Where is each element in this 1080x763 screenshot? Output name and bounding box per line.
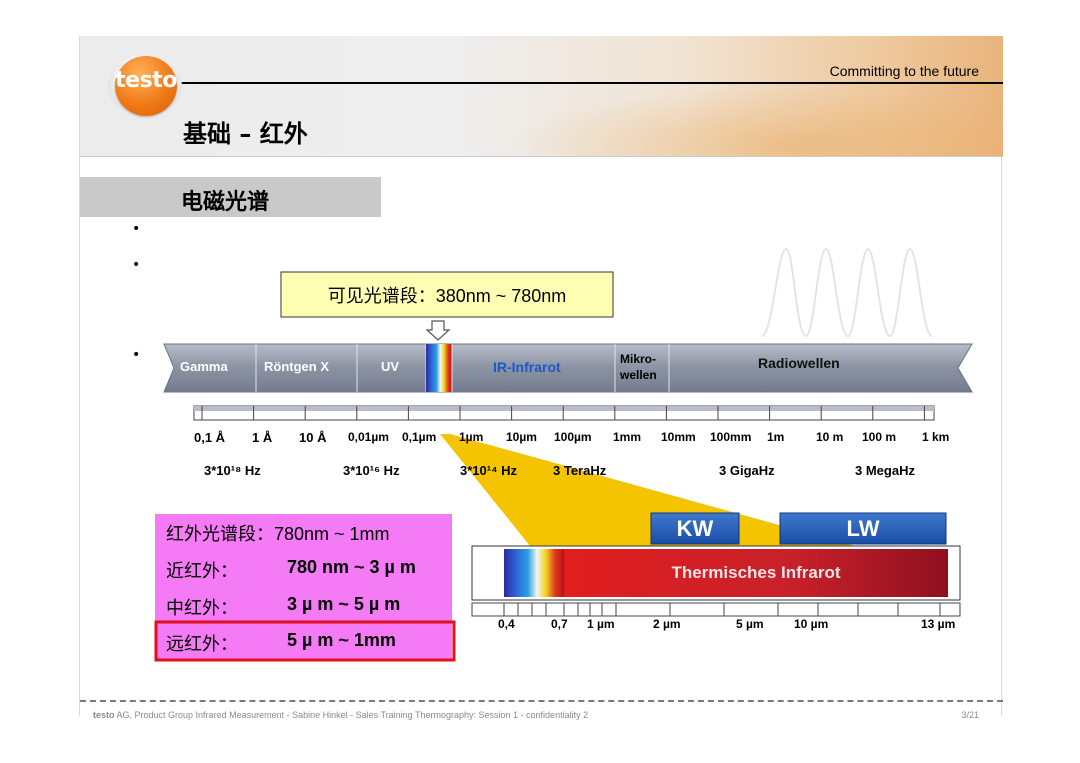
footer-description: AG, Product Group Infrared Measurement -…	[114, 710, 589, 720]
logo-text: testo	[115, 68, 177, 93]
thermal-tick-label: 0,4	[498, 617, 515, 631]
tick-label: 10 Å	[299, 430, 327, 445]
visible-light-strip	[426, 344, 452, 392]
thermal-visible-strip	[504, 549, 564, 597]
down-arrow-icon	[425, 320, 451, 341]
tick-label: 1mm	[613, 430, 642, 444]
ir-row-value: 3 µ m ~ 5 µ m	[287, 594, 401, 614]
bullet-2: •	[132, 257, 141, 273]
spectrum-figure: 可见光谱段：380nm ~ 780nm Gamma Röntgen X UV I…	[150, 244, 986, 664]
thermal-tick-label: 1 µm	[587, 617, 615, 631]
thermal-tick-label: 2 µm	[653, 617, 681, 631]
tick-label: 100µm	[554, 430, 592, 444]
freq-label: 3*10¹⁸ Hz	[204, 463, 261, 478]
thermal-tick-label: 13 µm	[921, 617, 956, 631]
ir-row-value: 5 µ m ~ 1mm	[287, 630, 396, 650]
kw-label: KW	[676, 516, 714, 541]
ir-row-label: 近红外：	[166, 561, 238, 581]
freq-label: 3 TeraHz	[553, 463, 607, 478]
freq-label: 3 GigaHz	[719, 463, 775, 478]
footer-text: testo AG, Product Group Infrared Measure…	[93, 710, 588, 720]
page-number: 3/21	[961, 710, 979, 720]
tick-label: 1µm	[459, 430, 484, 444]
ir-row-label: 中红外：	[166, 598, 238, 618]
ir-row-label: 远红外：	[166, 634, 238, 654]
bullet-1: •	[132, 221, 141, 237]
ir-row-value: 780 nm ~ 3 µ m	[287, 557, 416, 577]
header-divider	[80, 156, 1003, 157]
tick-label: 100 m	[862, 430, 897, 444]
ir-ranges-header: 红外光谱段：780nm ~ 1mm	[166, 524, 390, 544]
radio-wave-icon	[761, 247, 933, 338]
band-uv: UV	[381, 359, 400, 374]
band-xray: Röntgen X	[264, 359, 329, 374]
freq-label: 3*10¹⁶ Hz	[343, 463, 400, 478]
band-micro-line1: Mikro-	[620, 352, 656, 366]
thermal-tick-label: 10 µm	[794, 617, 829, 631]
band-gamma: Gamma	[180, 359, 228, 374]
tick-label: 100mm	[710, 430, 752, 444]
tick-label: 0,1 Å	[194, 430, 226, 445]
tick-label: 10mm	[661, 430, 696, 444]
thermal-scale-bar	[471, 602, 961, 617]
band-micro-line2: wellen	[620, 368, 657, 382]
lw-label: LW	[846, 516, 880, 541]
freq-label: 3*10¹⁴ Hz	[460, 463, 518, 478]
tick-label: 1 km	[922, 430, 950, 444]
tick-label: 10 m	[816, 430, 844, 444]
band-radio: Radiowellen	[758, 355, 840, 371]
thermal-tick-label: 5 µm	[736, 617, 764, 631]
tick-label: 0,1µm	[402, 430, 437, 444]
footer-divider	[80, 700, 1003, 702]
header-glow	[460, 76, 1003, 156]
freq-label: 3 MegaHz	[855, 463, 915, 478]
slide: testo Committing to the future 基础 – 红外 电…	[79, 36, 1003, 720]
tagline: Committing to the future	[829, 63, 979, 79]
footer-brand: testo	[93, 710, 115, 720]
section-title: 电磁光谱	[181, 190, 270, 215]
visible-callout-text: 可见光谱段：380nm ~ 780nm	[327, 286, 567, 306]
thermal-label: Thermisches Infrarot	[671, 563, 841, 582]
thermal-tick-label: 0,7	[551, 617, 568, 631]
page-title: 基础 – 红外	[183, 120, 308, 148]
header-rule	[176, 82, 1003, 84]
tick-label: 10µm	[506, 430, 537, 444]
tick-label: 0,01µm	[348, 430, 389, 444]
tick-label: 1m	[767, 430, 785, 444]
tick-label: 1 Å	[252, 430, 273, 445]
bullet-3: •	[132, 347, 141, 363]
band-ir: IR-Infrarot	[493, 359, 561, 375]
